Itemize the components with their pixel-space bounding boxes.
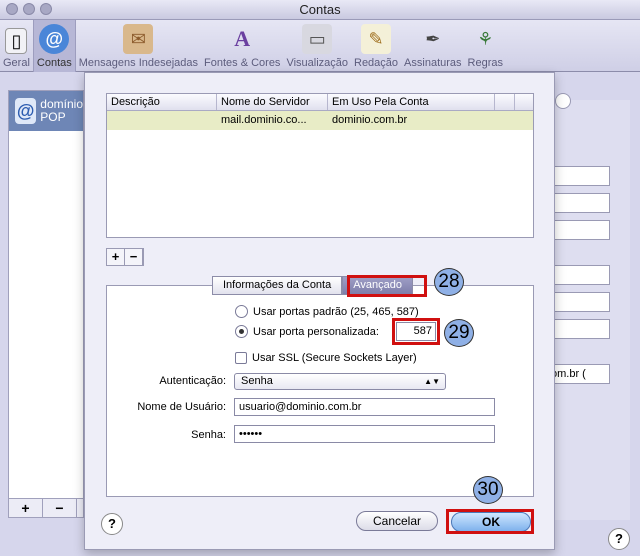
ssl-label: Usar SSL (Secure Sockets Layer) <box>252 352 417 364</box>
server-add-remove: + − <box>106 248 144 266</box>
custom-port-option[interactable]: Usar porta personalizada: <box>235 325 379 338</box>
minimize-window-button[interactable] <box>23 3 35 15</box>
title-bar: Contas <box>0 0 640 20</box>
account-row[interactable]: @ domínio POP <box>9 91 83 131</box>
rules-icon: ⚘ <box>477 28 494 49</box>
default-ports-radio[interactable] <box>235 305 248 318</box>
auth-select-value: Senha <box>241 375 273 387</box>
column-header-descricao[interactable]: Descrição <box>107 94 217 110</box>
highlight-box-ok <box>446 509 534 534</box>
smtp-server-sheet: Descrição Nome do Servidor Em Uso Pela C… <box>84 72 555 550</box>
glasses-icon: ▭ <box>302 24 333 54</box>
toolbar-item-redacao[interactable]: ✎ Redação <box>351 20 401 72</box>
background-button[interactable] <box>555 93 571 109</box>
auth-label: Autenticação: <box>159 375 226 387</box>
up-down-arrows-icon: ▲▼ <box>424 377 440 386</box>
remove-account-button[interactable]: − <box>43 499 77 517</box>
cancel-button[interactable]: Cancelar <box>356 511 438 531</box>
step-callout-28: 28 <box>434 268 464 296</box>
table-row[interactable]: mail.dominio.co... dominio.com.br <box>107 111 533 130</box>
signature-pen-icon: ✒ <box>425 28 441 49</box>
add-server-button[interactable]: + <box>107 249 125 265</box>
default-ports-label: Usar portas padrão (25, 465, 587) <box>253 305 419 318</box>
cell-in-use-by: dominio.com.br <box>332 114 408 126</box>
custom-port-radio[interactable] <box>235 325 248 338</box>
toolbar-item-assinaturas[interactable]: ✒ Assinaturas <box>401 20 464 72</box>
column-header-extra <box>495 94 515 110</box>
password-input[interactable]: •••••• <box>234 425 495 443</box>
username-input[interactable]: usuario@dominio.com.br <box>234 398 495 416</box>
column-header-em-uso[interactable]: Em Uso Pela Conta <box>328 94 495 110</box>
table-header: Descrição Nome do Servidor Em Uso Pela C… <box>107 94 533 111</box>
preferences-toolbar: ▯ Geral @ Contas ✉ Mensagens Indesejadas… <box>0 20 640 72</box>
password-label: Senha: <box>191 429 226 441</box>
auth-select[interactable]: Senha ▲▼ <box>234 373 446 390</box>
background-help-button[interactable]: ? <box>608 528 630 550</box>
username-label: Nome de Usuário: <box>137 401 226 413</box>
step-callout-29: 29 <box>444 319 474 347</box>
custom-port-label: Usar porta personalizada: <box>253 325 379 338</box>
toolbar-item-regras[interactable]: ⚘ Regras <box>465 20 506 72</box>
tab-informacoes-conta[interactable]: Informações da Conta <box>212 276 343 295</box>
accounts-add-remove: + − <box>8 498 84 518</box>
toolbar-item-contas[interactable]: @ Contas <box>32 20 76 72</box>
accounts-list: @ domínio POP <box>8 90 84 518</box>
window-title: Contas <box>299 2 341 17</box>
toolbar-item-mensagens-indesejadas[interactable]: ✉ Mensagens Indesejadas <box>76 20 201 72</box>
ssl-option[interactable]: Usar SSL (Secure Sockets Layer) <box>235 352 417 364</box>
add-account-button[interactable]: + <box>9 499 43 517</box>
default-ports-option[interactable]: Usar portas padrão (25, 465, 587) <box>235 305 419 318</box>
fonts-colors-icon: A <box>234 26 251 51</box>
close-window-button[interactable] <box>6 3 18 15</box>
at-sign-icon: @ <box>15 98 37 124</box>
highlight-box-port <box>392 318 440 345</box>
gear-switch-icon: ▯ <box>5 28 28 54</box>
zoom-window-button[interactable] <box>40 3 52 15</box>
toolbar-item-fontes-cores[interactable]: A Fontes & Cores <box>201 20 283 72</box>
highlight-box-tab <box>347 275 427 297</box>
cell-server: mail.dominio.co... <box>221 114 307 126</box>
at-sign-icon: @ <box>39 24 70 54</box>
help-button[interactable]: ? <box>101 513 123 535</box>
toolbar-item-visualizacao[interactable]: ▭ Visualização <box>283 20 351 72</box>
toolbar-item-geral[interactable]: ▯ Geral <box>0 20 33 72</box>
column-header-nome-servidor[interactable]: Nome do Servidor <box>217 94 328 110</box>
account-type: POP <box>40 110 66 124</box>
remove-server-button[interactable]: − <box>125 249 143 265</box>
pencil-paper-icon: ✎ <box>361 24 392 54</box>
ssl-checkbox[interactable] <box>235 352 247 364</box>
junk-mail-icon: ✉ <box>123 24 154 54</box>
window-controls <box>6 3 52 15</box>
step-callout-30: 30 <box>473 476 503 504</box>
smtp-server-table: Descrição Nome do Servidor Em Uso Pela C… <box>106 93 534 238</box>
cell-description <box>107 111 217 130</box>
